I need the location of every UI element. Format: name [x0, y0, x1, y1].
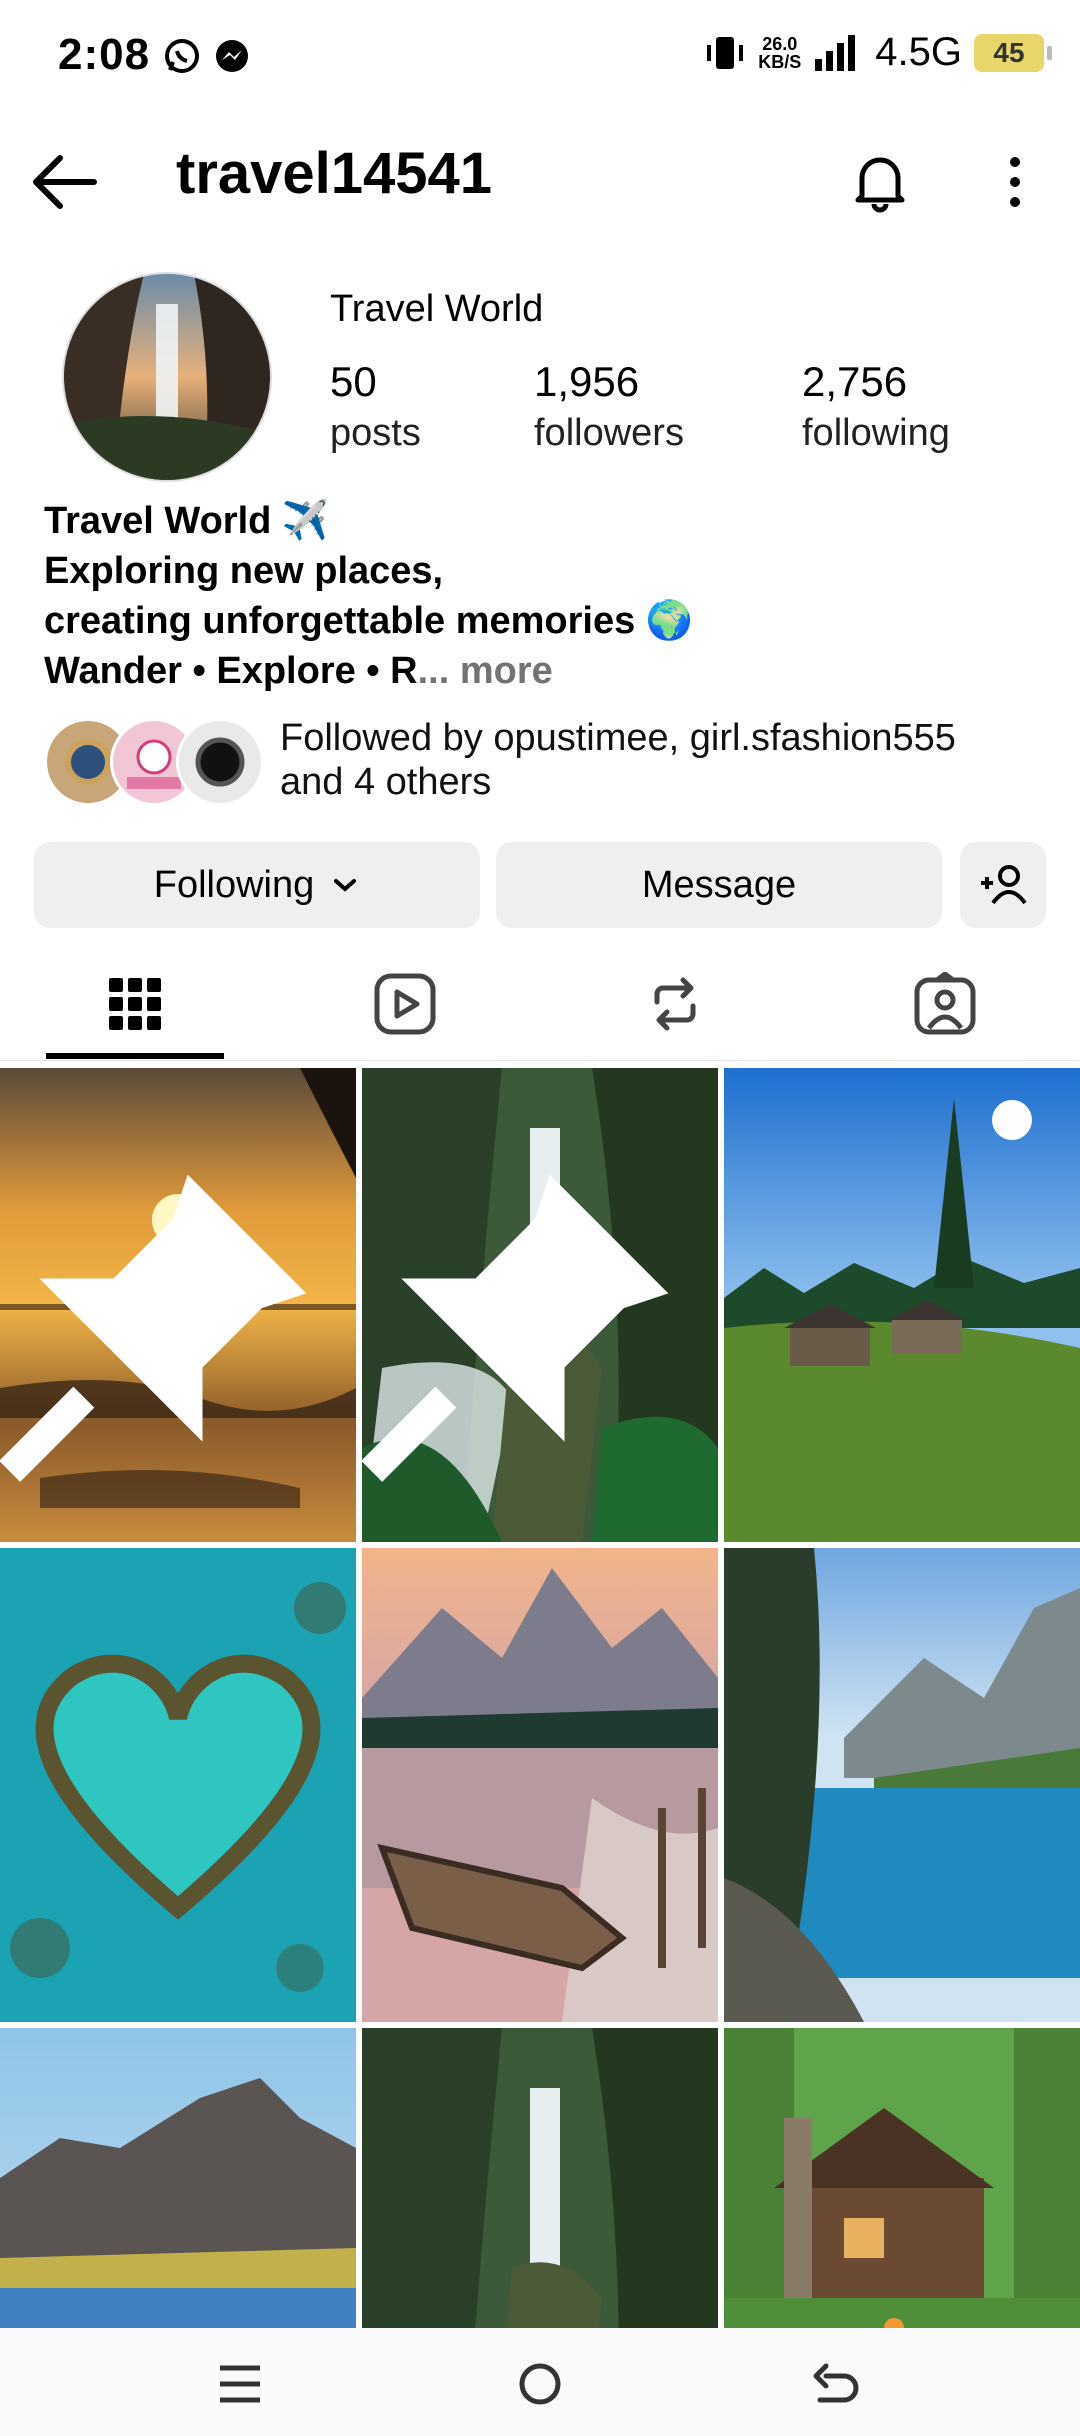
tab-tagged[interactable] — [810, 950, 1080, 1058]
followers-stat[interactable]: 1,956 followers — [534, 358, 684, 455]
bio-ellipsis: ... — [417, 650, 450, 692]
bio-line-3: creating unforgettable memories 🌍 — [44, 600, 694, 642]
pin-icon — [0, 1174, 307, 1482]
messenger-icon — [216, 40, 248, 72]
post-thumbnail-sunset[interactable] — [0, 1068, 356, 1542]
followers-count: 1,956 — [534, 358, 640, 405]
home-circle-icon[interactable] — [510, 2354, 570, 2414]
mountain-cabins-image — [724, 1068, 1080, 1542]
message-button-label: Message — [641, 863, 797, 906]
followed-by[interactable]: Followed by opustimee, girl.sfashion555 … — [44, 712, 1044, 806]
chevron-down-icon — [334, 879, 357, 892]
post-thumbnail-alpine-lake[interactable] — [724, 1548, 1080, 2022]
followers-label: followers — [534, 412, 684, 454]
whatsapp-icon — [165, 39, 199, 73]
signal-icon — [815, 34, 856, 71]
forest-cabin-image — [724, 2028, 1080, 2328]
following-button[interactable]: Following — [34, 842, 480, 928]
following-label: following — [802, 412, 950, 454]
lake-boat-image — [362, 1548, 718, 2022]
profile-display-name: Travel World — [330, 288, 544, 330]
followed-by-others: and 4 others — [280, 761, 492, 803]
tab-reels[interactable] — [270, 950, 540, 1058]
network-speed: 26.0 — [762, 33, 798, 54]
reels-icon — [374, 973, 436, 1035]
mutual-avatar — [176, 718, 264, 806]
active-tab-indicator — [46, 1053, 224, 1059]
bio-more-link[interactable]: more — [449, 650, 553, 692]
posts-grid-icon — [109, 978, 161, 1030]
profile-bio: Travel World ✈️ Exploring new places, cr… — [44, 496, 693, 696]
post-thumbnail-mountain-cabins[interactable] — [724, 1068, 1080, 1542]
profile-avatar[interactable] — [62, 272, 272, 482]
followed-by-text: Followed by opustimee, girl.sfashion555 — [280, 717, 956, 759]
bell-icon[interactable] — [848, 150, 912, 214]
following-button-label: Following — [153, 863, 315, 906]
post-thumbnail-lake-boat[interactable] — [362, 1548, 718, 2022]
post-thumbnail-black-mountain[interactable] — [0, 2028, 356, 2328]
posts-stat[interactable]: 50 posts — [330, 358, 421, 455]
post-thumbnail-heart-reef[interactable] — [0, 1548, 356, 2022]
add-person-icon — [981, 865, 1027, 905]
posts-count: 50 — [330, 358, 377, 405]
back-arrow-icon[interactable] — [30, 152, 100, 212]
status-bar: 2:08 26.0 KB/S 4.5G 45 — [0, 0, 1080, 112]
tab-reposts[interactable] — [540, 950, 810, 1058]
battery-indicator: 45 — [974, 33, 1052, 72]
profile-tabs — [0, 950, 1080, 1061]
reposts-icon — [654, 977, 696, 1031]
back-icon[interactable] — [806, 2354, 866, 2414]
tagged-icon — [914, 972, 976, 1035]
system-navigation-bar — [0, 2328, 1080, 2436]
bio-line-1: Travel World ✈️ — [44, 500, 330, 542]
jungle-waterfall-2-image — [362, 2028, 718, 2328]
heart-reef-image — [0, 1548, 356, 2022]
posts-label: posts — [330, 412, 421, 454]
following-count: 2,756 — [802, 358, 908, 405]
message-button[interactable]: Message — [496, 842, 942, 928]
post-thumbnail-jungle-waterfall-2[interactable] — [362, 2028, 718, 2328]
posts-grid — [0, 1068, 1080, 2328]
suggest-users-button[interactable] — [960, 842, 1046, 928]
post-thumbnail-forest-cabin[interactable] — [724, 2028, 1080, 2328]
more-options-icon[interactable] — [1000, 152, 1030, 212]
profile-username: travel14541 — [176, 141, 493, 206]
tab-posts[interactable] — [0, 950, 270, 1058]
avatar-waterfall-image — [64, 274, 270, 480]
menu-icon[interactable] — [210, 2354, 270, 2414]
black-mountain-image — [0, 2028, 356, 2328]
bio-line-2: Exploring new places, — [44, 550, 444, 592]
profile-header: travel14541 — [0, 112, 1080, 242]
bio-line-4: Wander • Explore • R — [44, 650, 418, 692]
vibrate-icon — [707, 36, 744, 69]
alpine-lake-image — [724, 1548, 1080, 2022]
battery-level: 45 — [993, 36, 1025, 68]
network-speed-unit: KB/S — [758, 51, 802, 72]
pin-icon — [362, 1174, 669, 1482]
status-time: 2:08 — [58, 30, 151, 79]
following-stat[interactable]: 2,756 following — [802, 358, 950, 455]
post-thumbnail-jungle-waterfall[interactable] — [362, 1068, 718, 1542]
network-type: 4.5G — [875, 30, 962, 74]
